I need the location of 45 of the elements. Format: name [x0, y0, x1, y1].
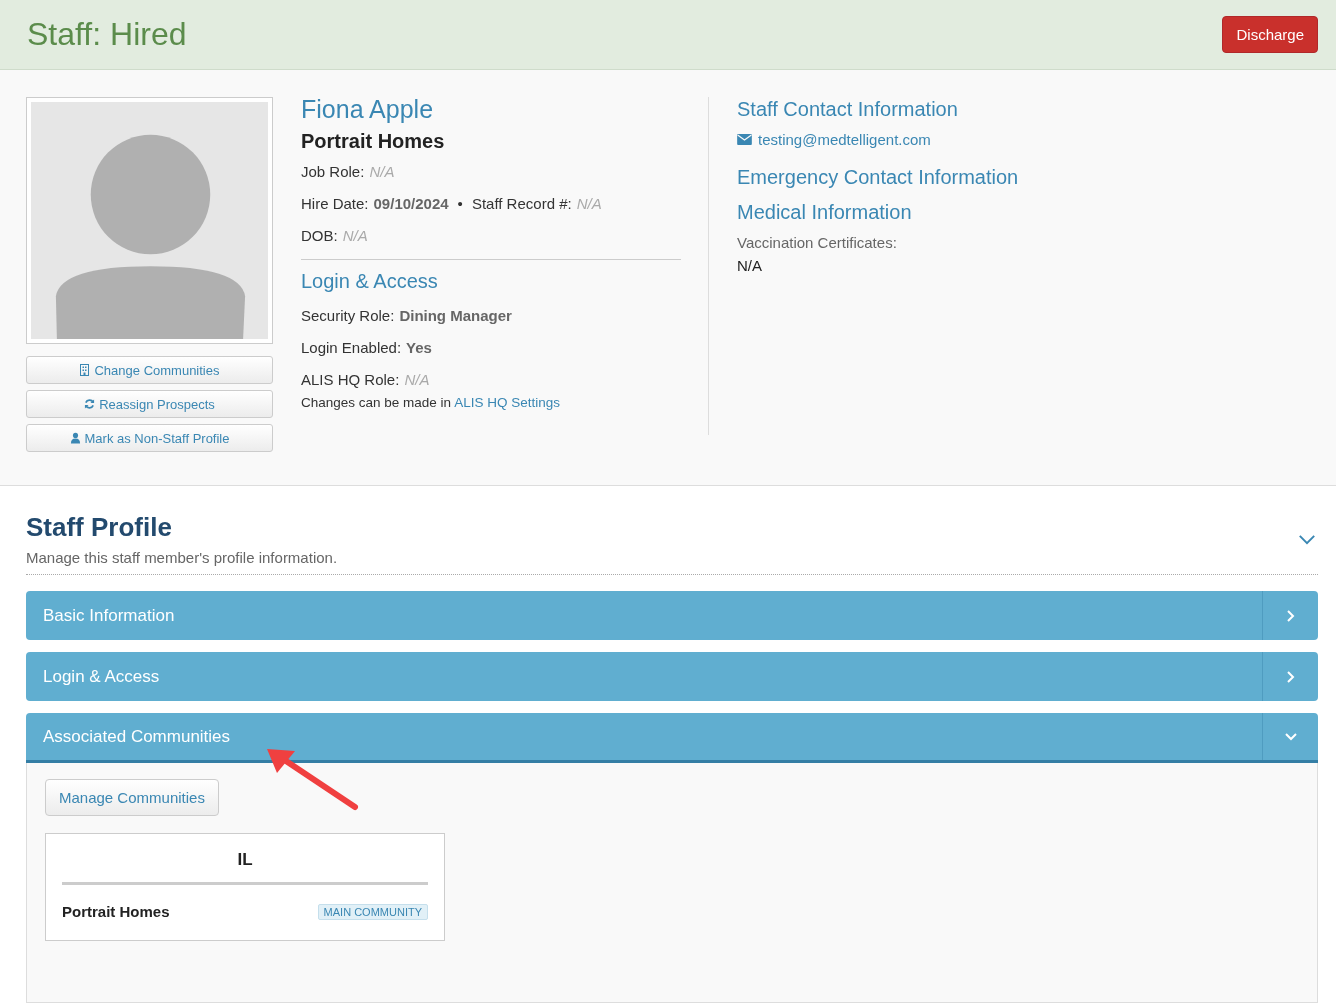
building-icon — [79, 364, 91, 376]
field-value: Yes — [406, 339, 432, 356]
field-label: Job Role: — [301, 163, 365, 180]
field-label: ALIS HQ Role: — [301, 371, 400, 388]
field-value: N/A — [342, 227, 368, 244]
field-label: Staff Record #: — [471, 195, 572, 212]
section-heading: Login & Access — [301, 270, 439, 293]
field-value: N/A — [737, 257, 763, 274]
discharge-button[interactable]: Discharge — [1222, 16, 1318, 53]
separator-dot: • — [457, 195, 463, 212]
section-heading: Emergency Contact Information — [737, 166, 1019, 189]
section-subtitle: Manage this staff member's profile information. — [26, 549, 338, 566]
field-label: Security Role: — [301, 307, 395, 324]
field-value: 09/10/2024 — [373, 195, 449, 212]
profile-action-button[interactable]: Change Communities — [26, 356, 273, 384]
email-link[interactable]: testing@medtelligent.com — [758, 131, 931, 148]
community-name: Portrait Homes — [62, 903, 170, 920]
settings-link[interactable]: ALIS HQ Settings — [454, 395, 560, 410]
section-heading: Medical Information — [737, 201, 913, 224]
field-label: Hire Date: — [301, 195, 369, 212]
refresh-icon — [84, 398, 96, 410]
staff-name: Fiona Apple — [301, 95, 435, 124]
chevron-icon[interactable] — [1298, 533, 1316, 545]
field-label: Vaccination Certificates: — [737, 234, 898, 251]
accordion-header[interactable]: Basic Information — [26, 591, 1318, 640]
field-label: Login Enabled: — [301, 339, 402, 356]
field-value: N/A — [576, 195, 602, 212]
section-heading: Staff Contact Information — [737, 98, 959, 121]
manage-communities-button[interactable]: Manage Communities — [45, 779, 219, 816]
main-community-badge: MAIN COMMUNITY — [317, 903, 428, 920]
accordion-header[interactable]: Associated Communities — [26, 713, 1318, 763]
page-title: Staff: Hired — [27, 16, 187, 53]
profile-action-button[interactable]: Reassign Prospects — [26, 390, 273, 418]
section-title: Staff Profile — [26, 512, 173, 543]
field-value: Dining Manager — [399, 307, 512, 324]
field-value: N/A — [404, 371, 430, 388]
accordion-header[interactable]: Login & Access — [26, 652, 1318, 701]
community-name: Portrait Homes — [301, 130, 446, 153]
field-label: DOB: — [301, 227, 338, 244]
envelope-icon — [737, 134, 752, 145]
note-text: Changes can be made in — [301, 395, 452, 410]
field-value: N/A — [369, 163, 395, 180]
user-icon — [69, 432, 81, 444]
profile-action-button[interactable]: Mark as Non-Staff Profile — [26, 424, 273, 452]
card-heading: IL — [236, 850, 254, 870]
